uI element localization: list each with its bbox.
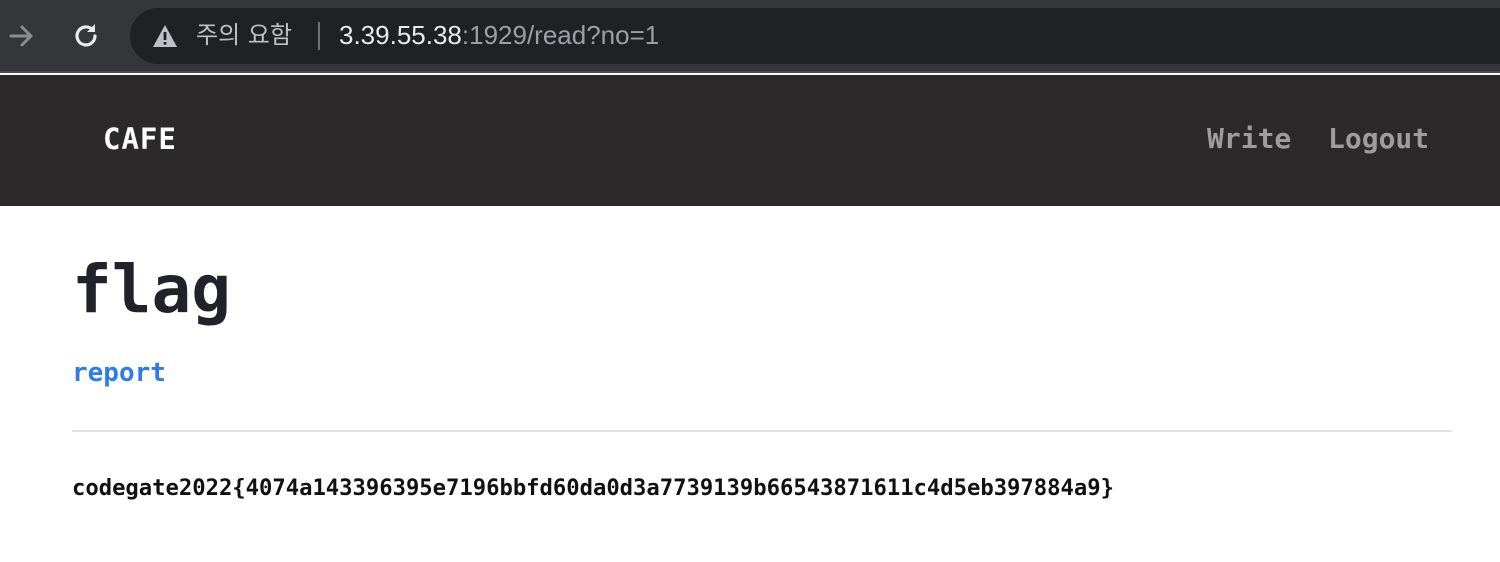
report-link[interactable]: report xyxy=(72,358,166,388)
logout-link[interactable]: Logout xyxy=(1328,122,1429,155)
url-path: :1929/read?no=1 xyxy=(461,20,660,50)
reload-icon[interactable] xyxy=(68,18,104,54)
omnibox-divider xyxy=(318,22,320,50)
address-bar[interactable]: 주의 요함 3.39.55.38:1929/read?no=1 xyxy=(130,8,1500,64)
content-divider xyxy=(72,430,1452,432)
url-host: 3.39.55.38 xyxy=(339,20,462,50)
write-link[interactable]: Write xyxy=(1207,122,1291,155)
post-body: codegate2022{4074a143396395e7196bbfd60da… xyxy=(72,475,1114,501)
warning-icon[interactable] xyxy=(152,24,178,48)
post-title: flag xyxy=(72,251,231,328)
brand-link[interactable]: CAFE xyxy=(103,122,177,156)
browser-toolbar: 주의 요함 3.39.55.38:1929/read?no=1 xyxy=(0,0,1500,73)
site-navbar: CAFE Write Logout xyxy=(0,75,1500,206)
forward-icon[interactable] xyxy=(4,18,40,54)
security-status-label[interactable]: 주의 요함 xyxy=(196,20,292,50)
url-text[interactable]: 3.39.55.38:1929/read?no=1 xyxy=(339,20,659,50)
